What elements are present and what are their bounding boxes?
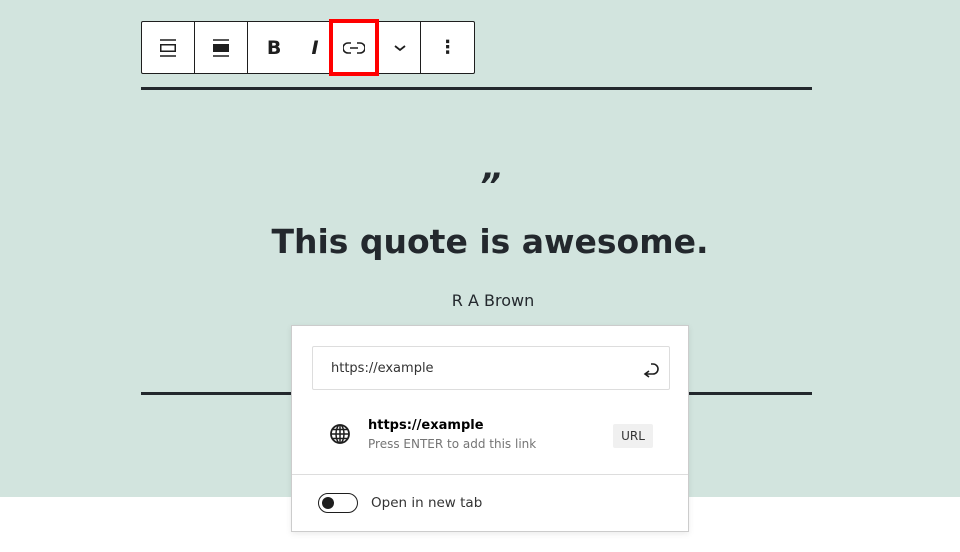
link-popover: https://example https://example Press EN…: [291, 325, 689, 532]
open-in-new-tab-toggle[interactable]: [318, 493, 358, 513]
suggestion-hint: Press ENTER to add this link: [368, 437, 537, 451]
more-rich-text-button[interactable]: [379, 22, 422, 73]
link-suggestion[interactable]: https://example Press ENTER to add this …: [292, 416, 688, 456]
bold-button[interactable]: B: [248, 22, 301, 73]
italic-icon: I: [311, 36, 319, 59]
align-button[interactable]: [195, 22, 248, 73]
bold-icon: B: [266, 36, 282, 59]
quote-top-border: [141, 87, 812, 90]
quote-mark-icon: ”: [479, 166, 501, 206]
toggle-knob: [322, 497, 334, 509]
url-input[interactable]: https://example: [312, 346, 670, 390]
suggestion-type-badge: URL: [613, 424, 653, 448]
quote-text[interactable]: This quote is awesome.: [0, 222, 960, 261]
open-in-new-tab-label[interactable]: Open in new tab: [371, 495, 482, 511]
italic-button[interactable]: I: [301, 22, 330, 73]
suggestion-title: https://example: [368, 418, 484, 433]
quote-citation[interactable]: R A Brown: [0, 291, 960, 310]
url-input-value: https://example: [331, 360, 434, 376]
enter-submit-icon[interactable]: [639, 358, 661, 380]
link-button[interactable]: [329, 19, 380, 76]
divider: [292, 474, 688, 475]
highlight-box: [329, 19, 380, 76]
globe-icon: [330, 424, 350, 444]
more-vertical-icon: ⋮: [438, 37, 457, 58]
options-button[interactable]: ⋮: [421, 22, 474, 73]
block-type-button[interactable]: [142, 22, 195, 73]
chevron-down-icon: [394, 44, 406, 51]
block-toolbar: B I ⋮: [141, 19, 475, 76]
align-wide-icon: [212, 38, 229, 57]
quote-block-icon: [159, 38, 176, 57]
